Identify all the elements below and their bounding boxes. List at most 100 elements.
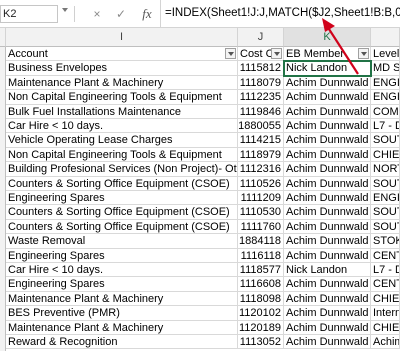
cell-account[interactable]: Building Profesional Services (Non Proje…: [6, 162, 238, 177]
table-row: Maintenance Plant & Machinery 1118079 Achi…: [0, 75, 400, 91]
filter-dropdown-icon[interactable]: [225, 48, 236, 59]
cell-cost-centre[interactable]: 1118079: [238, 75, 284, 91]
cell-account[interactable]: Bulk Fuel Installations Maintenance: [6, 104, 238, 119]
cell-cost-centre[interactable]: 1114215: [238, 133, 284, 148]
cell-level[interactable]: CHIEF: [371, 147, 400, 163]
cell-account[interactable]: Maintenance Plant & Machinery: [6, 320, 238, 335]
enter-icon[interactable]: ✓: [112, 5, 130, 23]
cell-level[interactable]: ENGI: [371, 191, 400, 206]
cell-eb-member[interactable]: Nick Landon: [284, 61, 371, 76]
filter-dropdown-icon[interactable]: [271, 48, 282, 59]
cell-account[interactable]: Engineering Spares: [6, 248, 238, 263]
cell-account[interactable]: Non Capital Engineering Tools & Equipmen…: [6, 90, 238, 105]
cell-account[interactable]: Counters & Sorting Office Equipment (CSO…: [6, 219, 238, 235]
cell-eb-member[interactable]: Achim Dunnwald: [284, 248, 371, 263]
cell-level[interactable]: CHIEF: [371, 320, 400, 335]
cancel-icon[interactable]: ×: [88, 5, 106, 23]
cell-eb-member[interactable]: Achim Dunnwald: [284, 176, 371, 191]
cell-eb-member[interactable]: Achim Dunnwald: [284, 133, 371, 148]
cell-eb-member[interactable]: Achim Dunnwald: [284, 277, 371, 292]
cell-account[interactable]: Non Capital Engineering Tools & Equipmen…: [6, 147, 238, 163]
header-cost-centre[interactable]: Cost Ce: [238, 47, 284, 62]
column-header-i[interactable]: I: [6, 28, 238, 47]
cell-level[interactable]: SOUT: [371, 176, 400, 191]
cell-level[interactable]: ENGI: [371, 90, 400, 105]
cell-cost-centre[interactable]: 1113052: [238, 335, 284, 350]
cell-cost-centre[interactable]: 1120102: [238, 306, 284, 321]
cell-eb-member[interactable]: Achim Dunnwald: [284, 234, 371, 249]
cell-cost-centre[interactable]: 1119846: [238, 104, 284, 119]
cell-cost-centre[interactable]: 1118979: [238, 147, 284, 163]
header-eb-member[interactable]: EB Member: [284, 47, 371, 62]
column-header-k[interactable]: K: [284, 28, 371, 47]
cell-level[interactable]: L7 - D: [371, 263, 400, 278]
cell-account[interactable]: Counters & Sorting Office Equipment (CSO…: [6, 176, 238, 191]
cell-cost-centre[interactable]: 1111209: [238, 191, 284, 206]
cell-level[interactable]: CENT: [371, 248, 400, 263]
cell-level[interactable]: STOK: [371, 234, 400, 249]
cell-level[interactable]: ENGI: [371, 75, 400, 91]
cell-cost-centre[interactable]: 1111760: [238, 219, 284, 235]
insert-function-icon[interactable]: fx: [138, 5, 156, 23]
cell-level[interactable]: SOUT: [371, 205, 400, 220]
cell-account[interactable]: Vehicle Operating Lease Charges: [6, 133, 238, 148]
header-account[interactable]: Account: [6, 47, 238, 62]
cell-cost-centre[interactable]: 1118577: [238, 263, 284, 278]
cell-account[interactable]: Maintenance Plant & Machinery: [6, 291, 238, 307]
header-level[interactable]: Level: [371, 47, 400, 62]
cell-level[interactable]: SOUT: [371, 219, 400, 235]
cell-cost-centre[interactable]: 1110530: [238, 205, 284, 220]
cell-eb-member[interactable]: Achim Dunnwald: [284, 147, 371, 163]
cell-eb-member[interactable]: Achim Dunnwald: [284, 291, 371, 307]
formula-input[interactable]: =INDEX(Sheet1!J:J,MATCH($J2,Sheet1!B:B,0…: [160, 0, 400, 27]
cell-level[interactable]: CENT: [371, 277, 400, 292]
cell-account[interactable]: Maintenance Plant & Machinery: [6, 75, 238, 91]
cell-level[interactable]: Achim: [371, 335, 400, 350]
cell-eb-member[interactable]: Achim Dunnwald: [284, 191, 371, 206]
cell-cost-centre[interactable]: 1112316: [238, 162, 284, 177]
cell-level[interactable]: Intern: [371, 306, 400, 321]
cell-cost-centre[interactable]: 1116118: [238, 248, 284, 263]
cell-account[interactable]: Engineering Spares: [6, 191, 238, 206]
cell-eb-member[interactable]: Achim Dunnwald: [284, 104, 371, 119]
cell-eb-member[interactable]: Achim Dunnwald: [284, 162, 371, 177]
cell-account[interactable]: Counters & Sorting Office Equipment (CSO…: [6, 205, 238, 220]
cell-account[interactable]: Reward & Recognition: [6, 335, 238, 350]
cell-eb-member[interactable]: Nick Landon: [284, 263, 371, 278]
cell-cost-centre[interactable]: 1118098: [238, 291, 284, 307]
cell-account[interactable]: Waste Removal: [6, 234, 238, 249]
cell-level[interactable]: MD S: [371, 61, 400, 76]
cell-account[interactable]: Business Envelopes: [6, 61, 238, 76]
cell-level[interactable]: SOUT: [371, 133, 400, 148]
filter-dropdown-icon[interactable]: [358, 48, 369, 59]
cell-cost-centre[interactable]: 1110526: [238, 176, 284, 191]
cell-account[interactable]: Engineering Spares: [6, 277, 238, 292]
cell-eb-member[interactable]: Achim Dunnwald: [284, 119, 371, 134]
cell-eb-member[interactable]: Achim Dunnwald: [284, 75, 371, 91]
cell-eb-member[interactable]: Achim Dunnwald: [284, 320, 371, 335]
cell-eb-member[interactable]: Achim Dunnwald: [284, 306, 371, 321]
cell-cost-centre[interactable]: 1884118: [238, 234, 284, 249]
cell-level[interactable]: COMM: [371, 104, 400, 119]
table-row: Engineering Spares 1111209 Achim Dunnwald E…: [0, 191, 400, 206]
cell-level[interactable]: L7 - D: [371, 119, 400, 134]
name-box-dropdown-icon[interactable]: [62, 8, 68, 12]
column-header-j[interactable]: J: [238, 28, 284, 47]
cell-eb-member[interactable]: Achim Dunnwald: [284, 90, 371, 105]
cell-account[interactable]: Car Hire < 10 days.: [6, 263, 238, 278]
cell-account[interactable]: BES Preventive (PMR): [6, 306, 238, 321]
table-row: Bulk Fuel Installations Maintenance 11198…: [0, 104, 400, 119]
cell-cost-centre[interactable]: 1880055: [238, 119, 284, 134]
cell-eb-member[interactable]: Achim Dunnwald: [284, 219, 371, 235]
cell-account[interactable]: Car Hire < 10 days.: [6, 119, 238, 134]
cell-cost-centre[interactable]: 1116608: [238, 277, 284, 292]
cell-cost-centre[interactable]: 1112235: [238, 90, 284, 105]
cell-eb-member[interactable]: Achim Dunnwald: [284, 335, 371, 350]
name-box[interactable]: K2: [0, 5, 58, 23]
cell-cost-centre[interactable]: 1120189: [238, 320, 284, 335]
cell-eb-member[interactable]: Achim Dunnwald: [284, 205, 371, 220]
cell-level[interactable]: NORT: [371, 162, 400, 177]
cell-cost-centre[interactable]: 1115812: [238, 61, 284, 76]
cell-level[interactable]: CHIEF: [371, 291, 400, 307]
column-header-l[interactable]: [371, 28, 400, 47]
